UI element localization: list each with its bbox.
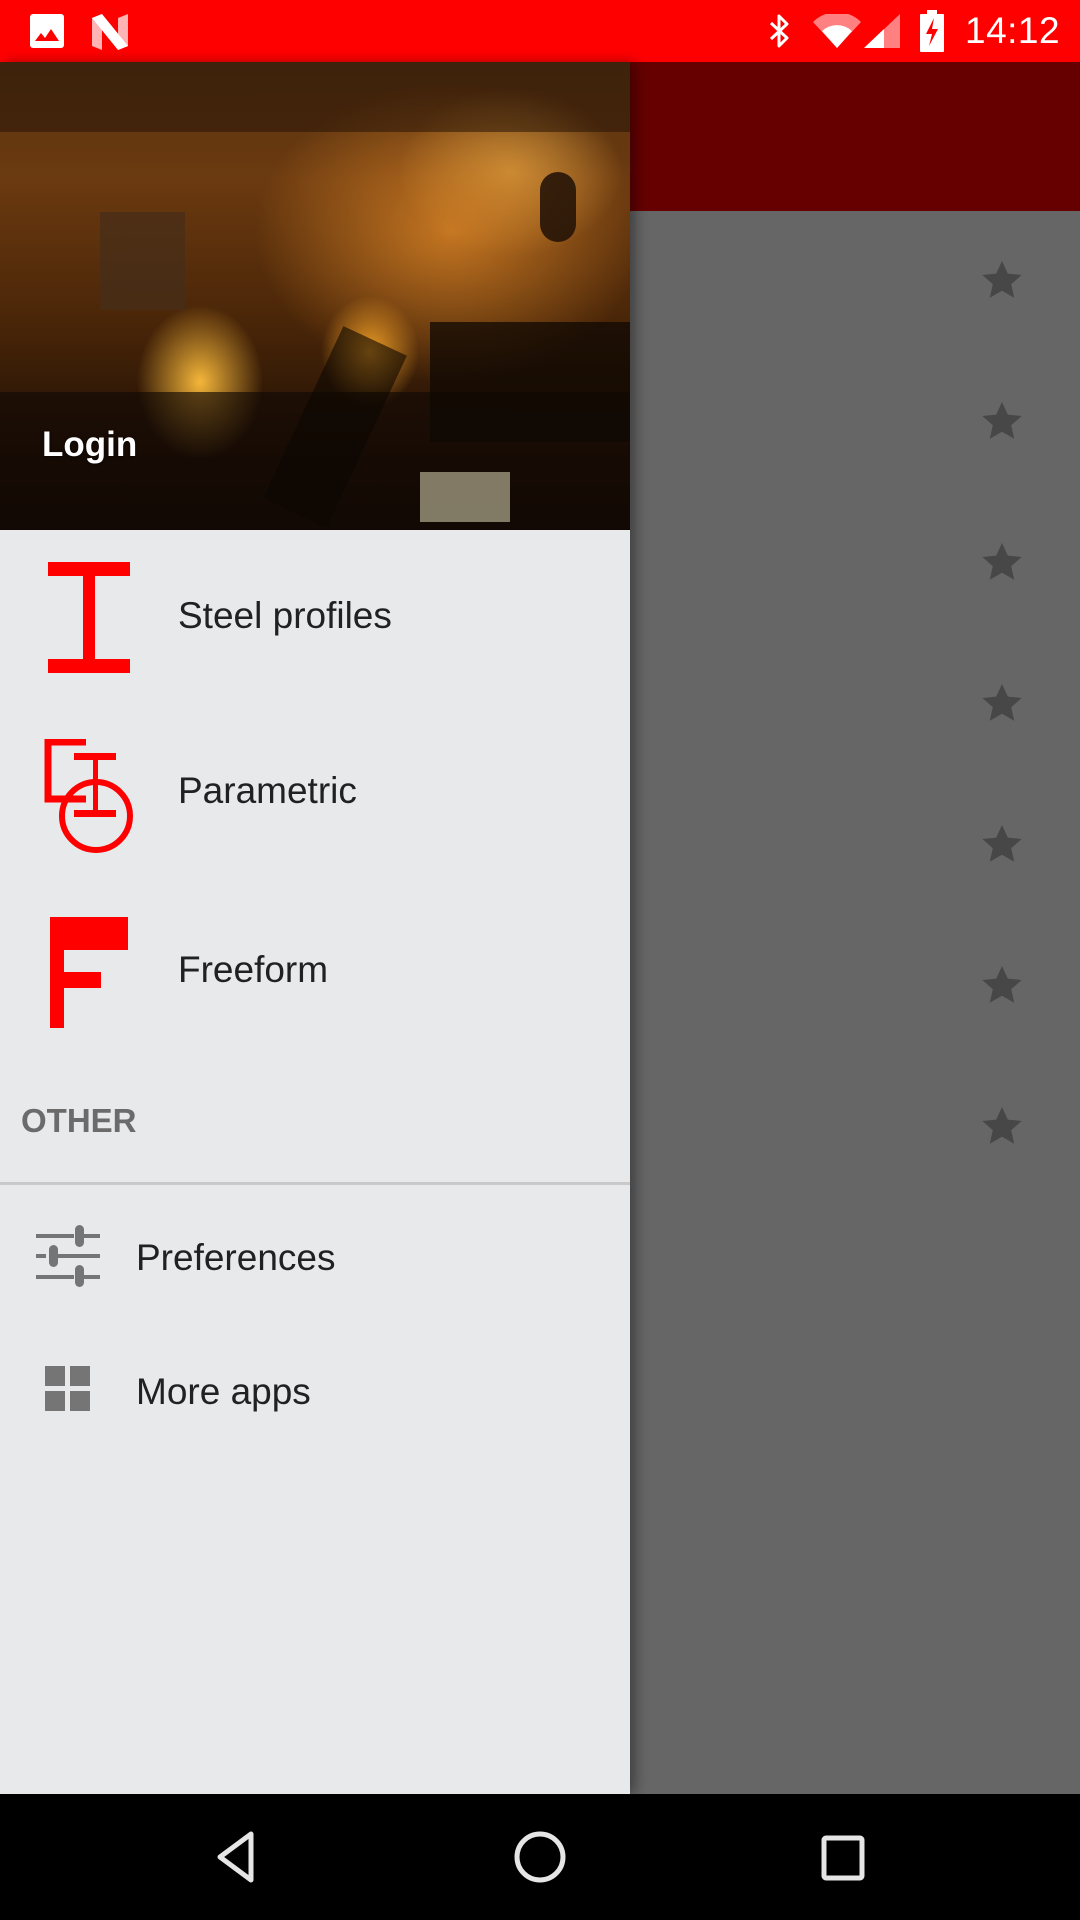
- favorite-star-icon[interactable]: [978, 820, 1026, 868]
- system-navigation-bar: [0, 1794, 1080, 1920]
- section-divider: [0, 1182, 630, 1185]
- favorite-star-icon[interactable]: [978, 538, 1026, 586]
- section-header-other: OTHER: [21, 1102, 137, 1139]
- navigation-drawer: Login Steel profiles Parametric Freeform…: [0, 62, 630, 1794]
- favorite-star-icon[interactable]: [978, 961, 1026, 1009]
- drawer-header-image[interactable]: Login: [0, 62, 630, 530]
- login-link[interactable]: Login: [42, 425, 137, 465]
- nav-item-parametric[interactable]: Parametric: [0, 727, 630, 862]
- wifi-icon: [813, 14, 861, 48]
- status-bar: 14:12: [0, 0, 1080, 62]
- n-app-notification-icon: [92, 14, 128, 50]
- gallery-notification-icon: [30, 14, 64, 48]
- sliders-icon: [36, 1225, 100, 1287]
- favorite-star-icon[interactable]: [978, 679, 1026, 727]
- grid-icon: [45, 1366, 90, 1411]
- nav-item-label: Freeform: [178, 949, 329, 990]
- nav-item-label: Preferences: [136, 1237, 336, 1278]
- freeform-f-icon: [50, 917, 128, 1028]
- bluetooth-icon: [769, 14, 789, 48]
- parametric-icon: [44, 739, 133, 853]
- nav-item-preferences[interactable]: Preferences: [0, 1207, 630, 1303]
- nav-item-freeform[interactable]: Freeform: [0, 904, 630, 1039]
- nav-item-more-apps[interactable]: More apps: [0, 1340, 630, 1440]
- back-button[interactable]: [196, 1817, 276, 1897]
- home-button[interactable]: [500, 1817, 580, 1897]
- i-beam-icon: [48, 562, 130, 673]
- nav-item-steel-profiles[interactable]: Steel profiles: [0, 550, 630, 685]
- nav-item-label: Steel profiles: [178, 595, 392, 636]
- clock: 14:12: [965, 10, 1061, 51]
- nav-item-label: More apps: [136, 1371, 311, 1412]
- nav-item-label: Parametric: [178, 770, 357, 811]
- battery-charging-icon: [920, 10, 944, 52]
- favorite-star-icon[interactable]: [978, 256, 1026, 304]
- recents-button[interactable]: [803, 1817, 883, 1897]
- favorite-star-icon[interactable]: [978, 397, 1026, 445]
- favorite-star-icon[interactable]: [978, 1102, 1026, 1150]
- cellular-signal-icon: [864, 14, 900, 48]
